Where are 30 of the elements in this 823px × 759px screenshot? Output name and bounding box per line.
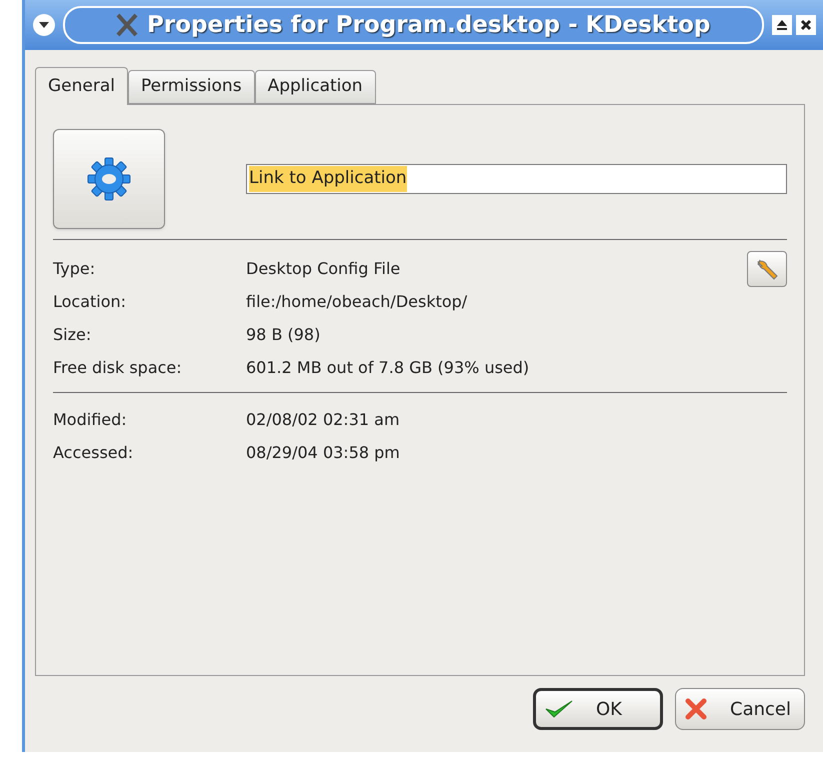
checkmark-icon bbox=[544, 698, 574, 720]
field-label: Type: bbox=[53, 258, 96, 280]
window-title: Properties for Program.desktop - KDesktop bbox=[147, 10, 710, 40]
eject-icon bbox=[776, 19, 788, 31]
field-value: 98 B (98) bbox=[246, 324, 322, 346]
x-logo-icon bbox=[115, 13, 139, 37]
menu-button[interactable] bbox=[33, 14, 55, 36]
field-value: Desktop Config File bbox=[246, 258, 402, 280]
icon-button[interactable] bbox=[53, 129, 165, 229]
field-value: 02/08/02 02:31 am bbox=[246, 408, 401, 430]
field-label: Accessed: bbox=[53, 442, 134, 464]
cancel-button[interactable]: Cancel bbox=[675, 688, 805, 730]
field-label: Modified: bbox=[53, 408, 128, 430]
tab[interactable]: General bbox=[35, 67, 128, 105]
edit-type-button[interactable] bbox=[747, 250, 787, 286]
tab[interactable]: Permissions bbox=[128, 70, 255, 104]
field-value: 08/29/04 03:58 pm bbox=[246, 442, 401, 464]
cross-icon bbox=[684, 697, 708, 721]
field-label: Free disk space: bbox=[53, 356, 183, 378]
shade-button[interactable] bbox=[772, 15, 792, 35]
ok-button[interactable]: OK bbox=[533, 688, 663, 730]
close-button[interactable] bbox=[796, 15, 816, 35]
field-value: file:/home/obeach/Desktop/ bbox=[246, 290, 468, 312]
field-label: Location: bbox=[53, 290, 128, 312]
chevron-down-icon bbox=[38, 21, 50, 29]
close-icon bbox=[800, 19, 812, 31]
gear-icon bbox=[85, 155, 133, 203]
tab[interactable]: Application bbox=[254, 70, 376, 104]
field-label: Size: bbox=[53, 324, 92, 346]
field-value: 601.2 MB out of 7.8 GB (93% used) bbox=[246, 356, 530, 378]
